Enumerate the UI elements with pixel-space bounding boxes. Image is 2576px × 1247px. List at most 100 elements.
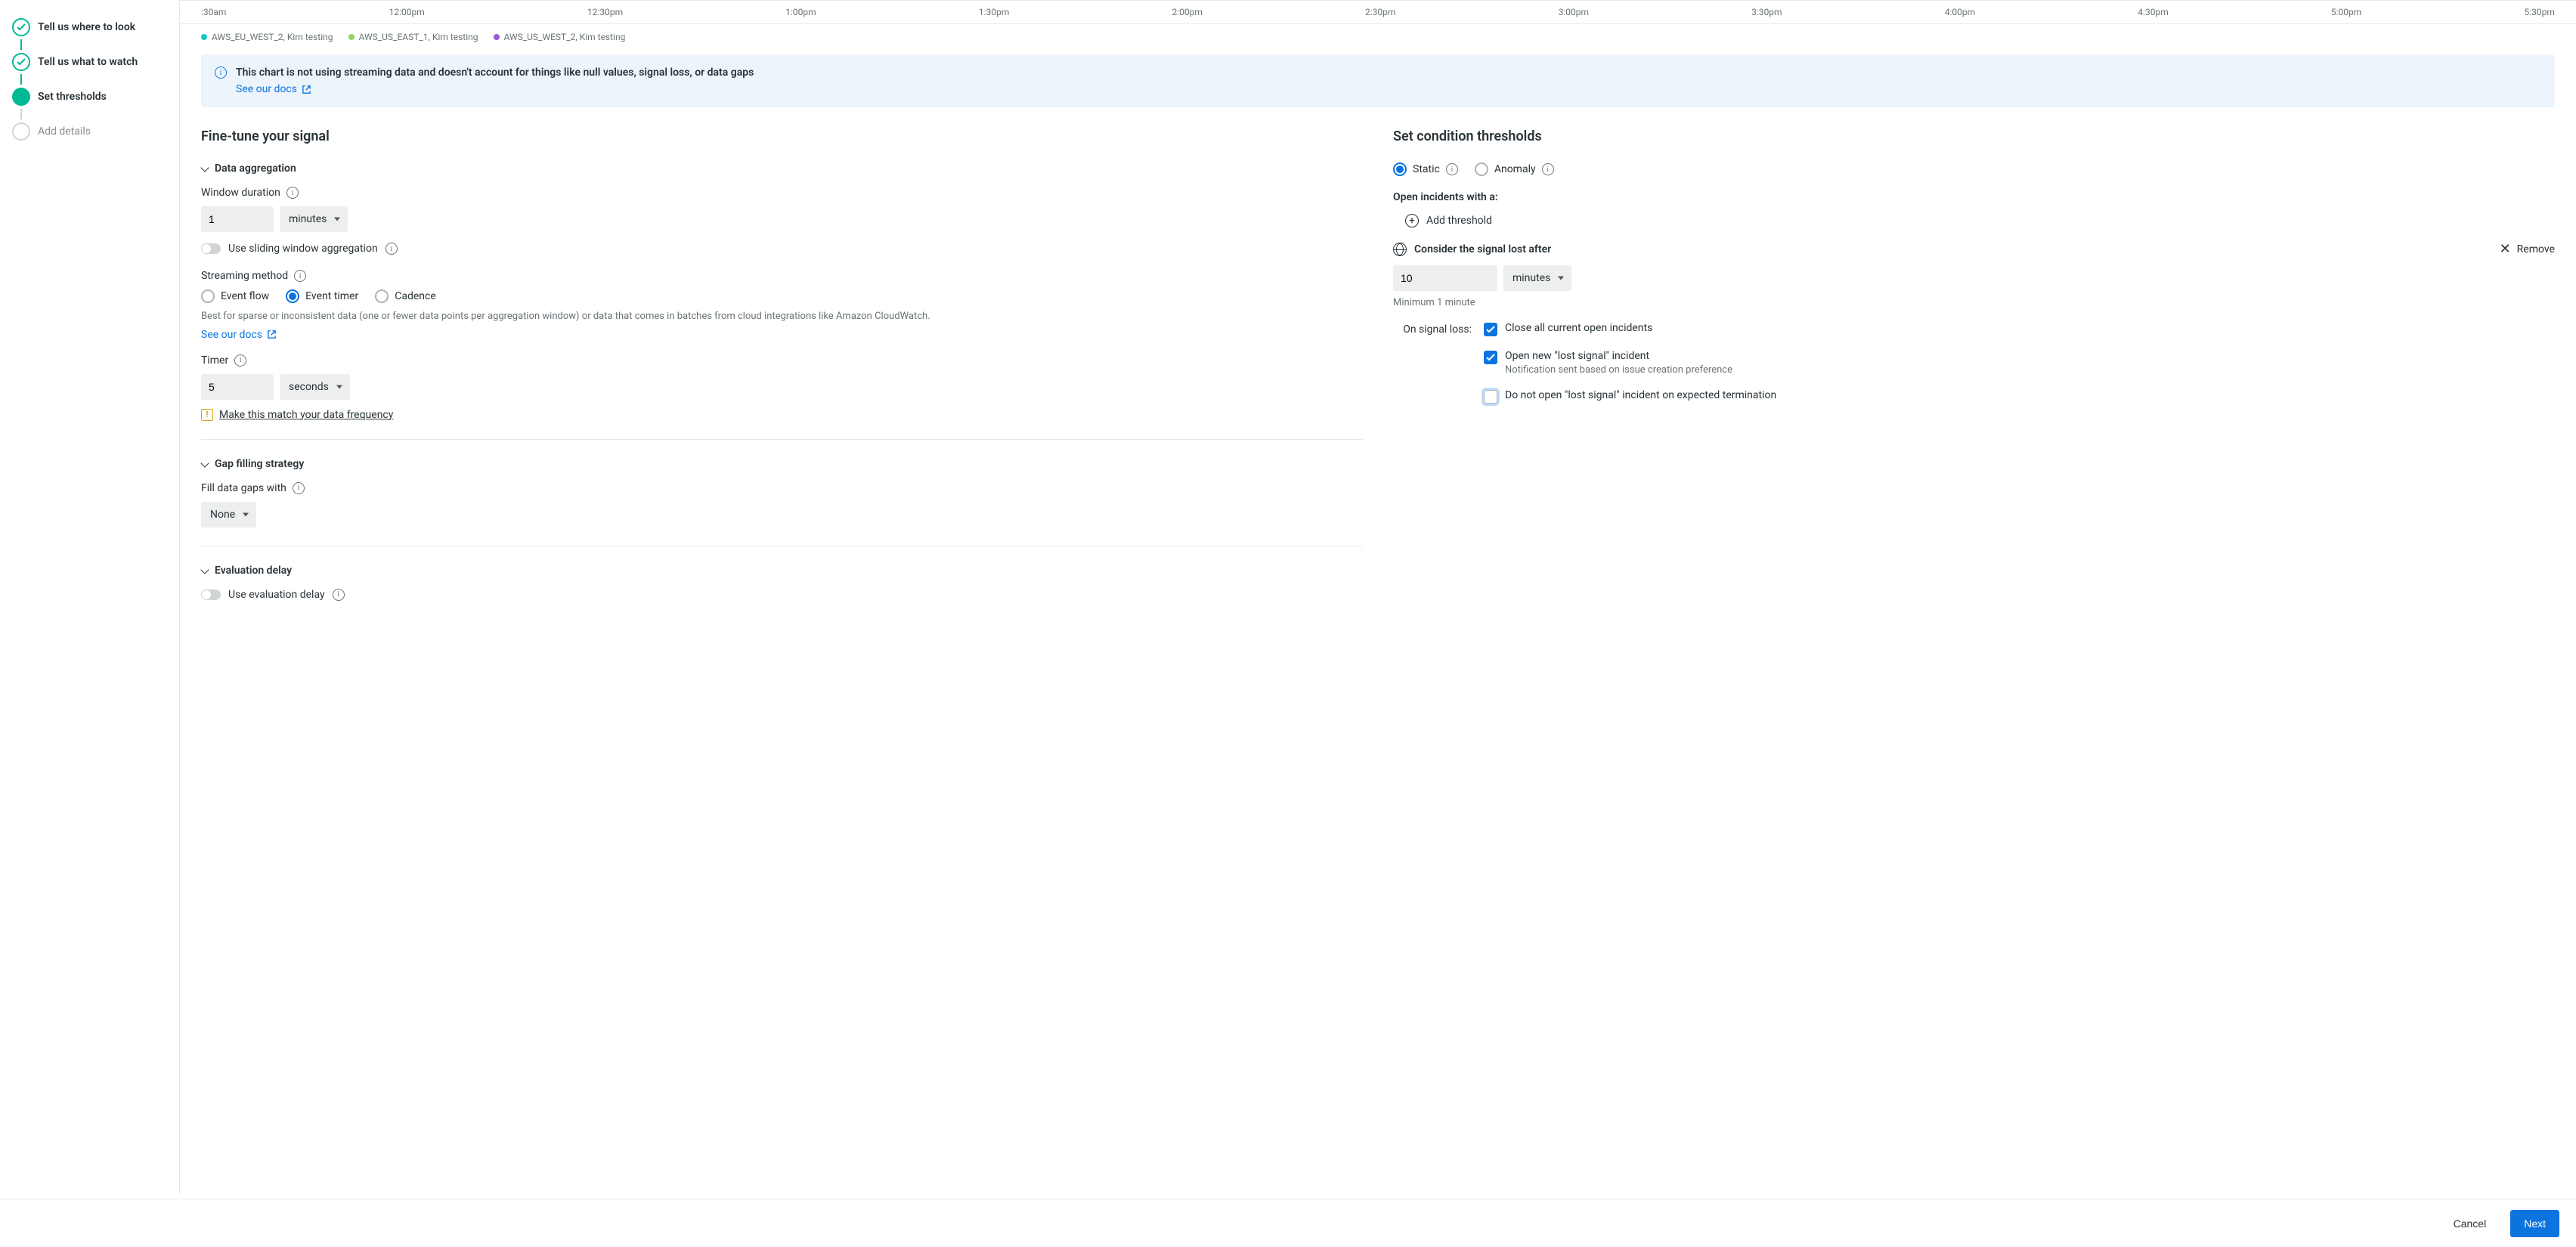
pending-step-icon — [12, 122, 30, 141]
evaluation-delay-label: Use evaluation delay — [228, 589, 325, 601]
wizard-footer: Cancel Next — [0, 1199, 2576, 1247]
step-what-to-watch[interactable]: Tell us what to watch — [12, 50, 167, 74]
time-tick: 3:30pm — [1751, 7, 1782, 17]
legend-item[interactable]: AWS_US_EAST_1, Kim testing — [348, 32, 478, 42]
next-button[interactable]: Next — [2510, 1210, 2559, 1237]
legend-item[interactable]: AWS_US_WEST_2, Kim testing — [494, 32, 626, 42]
open-incidents-label: Open incidents with a: — [1393, 191, 2555, 203]
legend-item[interactable]: AWS_EU_WEST_2, Kim testing — [201, 32, 333, 42]
evaluation-delay-header[interactable]: Evaluation delay — [201, 565, 1363, 577]
legend-label: AWS_EU_WEST_2, Kim testing — [212, 32, 333, 42]
threshold-anomaly-radio[interactable]: Anomalyi — [1475, 162, 1554, 176]
signal-loss-label: On signal loss: — [1393, 322, 1472, 404]
globe-icon — [1393, 243, 1407, 256]
radio-icon — [201, 289, 215, 303]
info-icon[interactable]: i — [294, 270, 306, 282]
evaluation-delay-toggle[interactable] — [201, 589, 221, 600]
add-threshold-button[interactable]: + Add threshold — [1405, 214, 2555, 227]
legend-dot — [348, 34, 355, 40]
time-tick: 1:30pm — [979, 7, 1009, 17]
check-icon — [12, 53, 30, 71]
streaming-method-label: Streaming method i — [201, 270, 1363, 282]
timer-input[interactable] — [201, 374, 274, 400]
streaming-cadence-radio[interactable]: Cadence — [375, 289, 436, 303]
legend-dot — [201, 34, 207, 40]
fine-tune-column: Fine-tune your signal Data aggregation W… — [201, 128, 1363, 611]
cancel-button[interactable]: Cancel — [2440, 1210, 2500, 1237]
radio-icon — [1475, 162, 1488, 176]
chevron-down-icon — [201, 567, 209, 574]
timer-warning-link[interactable]: Make this match your data frequency — [219, 409, 393, 421]
streaming-event-timer-radio[interactable]: Event timer — [286, 289, 358, 303]
check-icon — [12, 18, 30, 36]
step-set-thresholds[interactable]: Set thresholds — [12, 85, 167, 109]
step-where-to-look[interactable]: Tell us where to look — [12, 15, 167, 39]
streaming-docs-link[interactable]: See our docs — [201, 329, 277, 341]
no-lost-signal-on-termination-checkbox[interactable]: Do not open "lost signal" incident on ex… — [1484, 389, 2555, 404]
streaming-description: Best for sparse or inconsistent data (on… — [201, 309, 1363, 324]
external-link-icon — [302, 85, 311, 94]
time-tick: 5:30pm — [2524, 7, 2554, 17]
info-icon[interactable]: i — [1542, 163, 1554, 175]
step-label: Add details — [38, 125, 91, 138]
info-icon[interactable]: i — [333, 589, 345, 601]
legend-label: AWS_US_EAST_1, Kim testing — [359, 32, 478, 42]
info-icon[interactable]: i — [286, 187, 299, 199]
info-icon[interactable]: i — [385, 243, 398, 255]
gap-filling-header[interactable]: Gap filling strategy — [201, 458, 1363, 470]
step-add-details[interactable]: Add details — [12, 119, 167, 144]
main-content: :30am 12:00pm 12:30pm 1:00pm 1:30pm 2:00… — [180, 0, 2576, 1194]
legend-label: AWS_US_WEST_2, Kim testing — [504, 32, 626, 42]
open-lost-signal-checkbox[interactable]: Open new "lost signal" incident Notifica… — [1484, 350, 2555, 376]
time-tick: 3:00pm — [1559, 7, 1589, 17]
chart-timeline: :30am 12:00pm 12:30pm 1:00pm 1:30pm 2:00… — [180, 0, 2576, 24]
time-tick: 12:30pm — [587, 7, 623, 17]
streaming-event-flow-radio[interactable]: Event flow — [201, 289, 269, 303]
step-label: Tell us what to watch — [38, 56, 138, 68]
gap-fill-select[interactable]: None — [201, 502, 256, 528]
external-link-icon — [267, 330, 277, 339]
checkbox-icon — [1484, 390, 1497, 404]
info-icon[interactable]: i — [234, 354, 246, 367]
info-icon[interactable]: i — [293, 482, 305, 494]
close-incidents-checkbox[interactable]: Close all current open incidents — [1484, 322, 2555, 336]
legend-dot — [494, 34, 500, 40]
signal-lost-input[interactable] — [1393, 265, 1497, 291]
step-connector — [20, 109, 22, 119]
signal-lost-hint: Minimum 1 minute — [1393, 297, 2555, 308]
fine-tune-title: Fine-tune your signal — [201, 128, 1363, 144]
info-banner: i This chart is not using streaming data… — [201, 54, 2555, 107]
window-duration-input[interactable] — [201, 206, 274, 232]
time-tick: :30am — [201, 7, 226, 17]
step-connector — [20, 74, 22, 85]
signal-lost-label: Consider the signal lost after — [1393, 243, 1551, 256]
window-duration-unit-select[interactable]: minutes — [280, 206, 348, 232]
step-label: Tell us where to look — [38, 21, 135, 33]
time-tick: 2:30pm — [1365, 7, 1395, 17]
timer-label: Timer i — [201, 354, 1363, 367]
data-aggregation-header[interactable]: Data aggregation — [201, 162, 1363, 175]
sliding-window-label: Use sliding window aggregation — [228, 243, 378, 255]
timer-unit-select[interactable]: seconds — [280, 374, 350, 400]
chevron-down-icon — [201, 460, 209, 468]
warning-icon: ! — [201, 409, 213, 421]
step-label: Set thresholds — [38, 91, 107, 103]
chart-legend: AWS_EU_WEST_2, Kim testing AWS_US_EAST_1… — [180, 24, 2576, 54]
remove-button[interactable]: ✕ Remove — [2500, 243, 2555, 256]
plus-icon: + — [1405, 214, 1419, 227]
info-icon: i — [215, 67, 227, 79]
time-tick: 4:30pm — [2138, 7, 2168, 17]
close-icon: ✕ — [2500, 243, 2511, 256]
window-duration-label: Window duration i — [201, 187, 1363, 199]
sliding-window-toggle[interactable] — [201, 243, 221, 254]
banner-docs-link[interactable]: See our docs — [236, 83, 311, 95]
wizard-sidebar: Tell us where to look Tell us what to wa… — [0, 0, 180, 1194]
time-tick: 12:00pm — [389, 7, 425, 17]
signal-lost-unit-select[interactable]: minutes — [1503, 265, 1571, 291]
step-connector — [20, 39, 22, 50]
time-tick: 4:00pm — [1945, 7, 1975, 17]
chevron-down-icon — [201, 165, 209, 172]
threshold-static-radio[interactable]: Statici — [1393, 162, 1458, 176]
banner-text: This chart is not using streaming data a… — [236, 67, 754, 79]
info-icon[interactable]: i — [1446, 163, 1458, 175]
